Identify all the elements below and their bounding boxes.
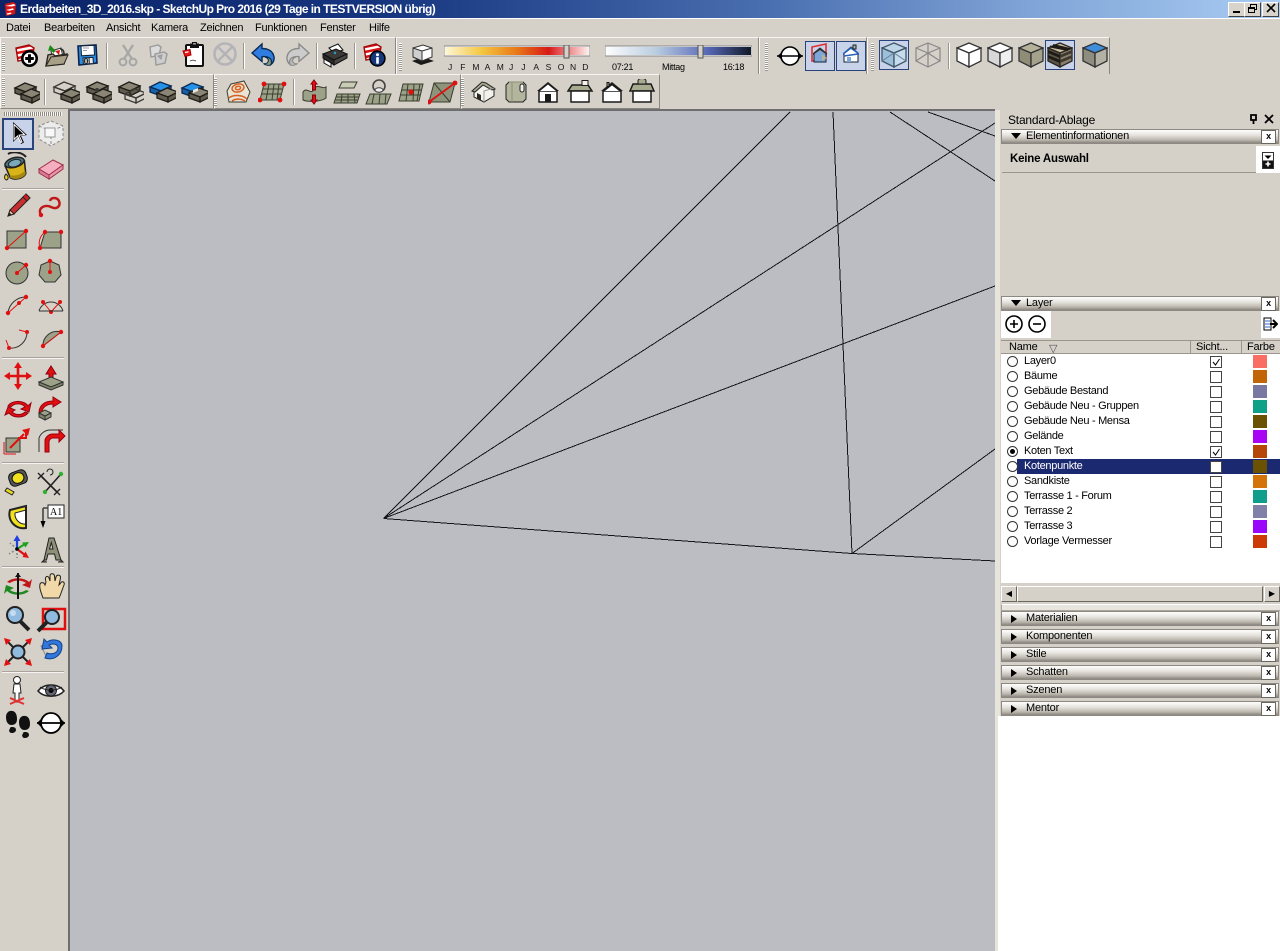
- svg-text:A1: A1: [50, 507, 62, 518]
